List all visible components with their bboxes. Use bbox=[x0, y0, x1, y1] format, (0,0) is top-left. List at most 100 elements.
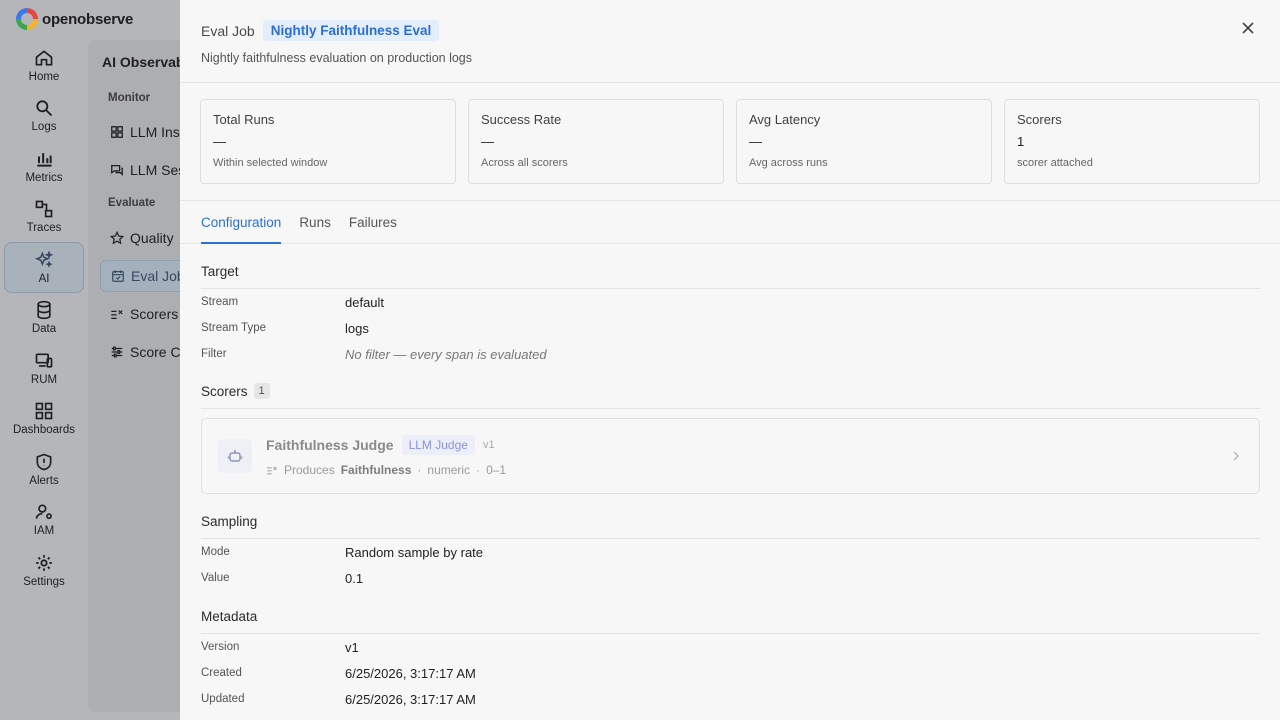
nav-label: Metrics bbox=[25, 171, 63, 184]
nav-label: Data bbox=[31, 323, 57, 336]
nav-item-metrics[interactable]: Metrics bbox=[4, 141, 84, 192]
nav-label: Home bbox=[28, 70, 60, 83]
nav-item-logs[interactable]: Logs bbox=[4, 91, 84, 142]
nav-label: RUM bbox=[30, 373, 58, 386]
stat-card-success-rate: Success Rate — Across all scorers bbox=[468, 99, 724, 184]
bar-chart-icon bbox=[37, 152, 52, 167]
list-check-icon bbox=[267, 466, 277, 475]
stat-title: Success Rate bbox=[481, 112, 562, 127]
dashboard-grid-icon bbox=[35, 402, 53, 420]
drawer-header: Eval Job Nightly Faithfulness Eval Night… bbox=[180, 0, 1280, 83]
job-name-badge: Nightly Faithfulness Eval bbox=[262, 20, 440, 41]
nav-item-settings[interactable]: Settings bbox=[4, 545, 84, 596]
tab-failures[interactable]: Failures bbox=[349, 201, 397, 243]
shield-alert-icon bbox=[36, 453, 52, 471]
meta-separator: · bbox=[417, 463, 422, 477]
gear-icon bbox=[36, 554, 52, 571]
tab-runs[interactable]: Runs bbox=[299, 201, 331, 243]
search-icon bbox=[36, 100, 53, 117]
star-icon bbox=[110, 231, 124, 245]
calendar-icon bbox=[112, 270, 124, 282]
scorer-version: v1 bbox=[482, 439, 495, 451]
traces-icon bbox=[35, 200, 53, 218]
kv-row-version: Version v1 bbox=[201, 634, 1260, 660]
stat-subtitle: scorer attached bbox=[1017, 157, 1093, 169]
target-section: Target Stream default Stream Type logs F… bbox=[201, 244, 1260, 367]
stat-subtitle: Within selected window bbox=[213, 157, 328, 169]
nav-item-iam[interactable]: IAM bbox=[4, 495, 84, 546]
kv-key: Stream Type bbox=[201, 322, 266, 334]
database-icon bbox=[37, 301, 51, 320]
kv-value: No filter — every span is evaluated bbox=[345, 346, 547, 362]
kv-row-value: Value 0.1 bbox=[201, 565, 1260, 591]
stat-card-total-runs: Total Runs — Within selected window bbox=[200, 99, 456, 184]
subpanel-item-label: Scorers bbox=[130, 306, 179, 322]
meta-separator: · bbox=[476, 463, 481, 477]
score-range: 0–1 bbox=[486, 463, 507, 477]
brand-logo[interactable]: openobserve bbox=[16, 8, 133, 30]
nav-label: Logs bbox=[31, 121, 57, 134]
scorer-count-badge: 1 bbox=[253, 383, 270, 399]
nav-label: AI bbox=[38, 272, 50, 285]
kv-key: Mode bbox=[201, 546, 230, 558]
kv-value: 6/25/2026, 3:17:17 AM bbox=[345, 665, 476, 681]
list-check-icon bbox=[111, 310, 123, 319]
user-gear-icon bbox=[35, 504, 52, 520]
logo-icon bbox=[16, 8, 38, 30]
group-label-evaluate: Evaluate bbox=[108, 197, 156, 209]
nav-label: IAM bbox=[33, 525, 55, 538]
nav-item-rum[interactable]: RUM bbox=[4, 343, 84, 394]
grid-icon bbox=[111, 126, 123, 138]
stat-value: — bbox=[481, 134, 494, 149]
score-kind: numeric bbox=[427, 463, 471, 477]
close-icon[interactable] bbox=[1240, 20, 1256, 36]
kv-value: 0.1 bbox=[345, 570, 364, 586]
nav-item-dashboards[interactable]: Dashboards bbox=[4, 394, 84, 445]
job-description: Nightly faithfulness evaluation on produ… bbox=[201, 51, 473, 65]
kv-value: logs bbox=[345, 320, 369, 336]
stat-value: — bbox=[213, 134, 226, 149]
eval-job-drawer: Eval Job Nightly Faithfulness Eval Night… bbox=[180, 0, 1280, 720]
kv-key: Created bbox=[201, 667, 242, 679]
tab-configuration[interactable]: Configuration bbox=[201, 201, 282, 244]
stats-row: Total Runs — Within selected window Succ… bbox=[180, 83, 1280, 201]
kv-row-filter: Filter No filter — every span is evaluat… bbox=[201, 341, 1260, 367]
subpanel-item-label: Quality bbox=[130, 230, 174, 246]
kv-row-stream: Stream default bbox=[201, 289, 1260, 315]
nav-item-home[interactable]: Home bbox=[4, 40, 84, 91]
nav-label: Dashboards bbox=[12, 424, 75, 437]
scorers-section: Scorers 1 Faithfulness Judge LLM Judge v… bbox=[201, 367, 1260, 494]
sliders-icon bbox=[111, 346, 123, 358]
drawer-tabs: Configuration Runs Failures bbox=[180, 201, 1280, 244]
home-icon bbox=[35, 50, 53, 66]
stat-title: Avg Latency bbox=[749, 112, 821, 127]
nav-item-traces[interactable]: Traces bbox=[4, 192, 84, 243]
kv-key: Value bbox=[201, 572, 230, 584]
nav-item-alerts[interactable]: Alerts bbox=[4, 444, 84, 495]
section-title: Sampling bbox=[201, 494, 1260, 539]
produces-name: Faithfulness bbox=[340, 463, 412, 477]
group-label-monitor: Monitor bbox=[108, 92, 151, 104]
kv-value: v1 bbox=[345, 639, 359, 655]
drawer-eyebrow: Eval Job bbox=[201, 22, 255, 39]
section-title: Target bbox=[201, 244, 1260, 289]
main-nav: Home Logs Metrics Traces AI Data RUM Das… bbox=[4, 40, 84, 596]
nav-item-data[interactable]: Data bbox=[4, 293, 84, 344]
stat-card-scorers: Scorers 1 scorer attached bbox=[1004, 99, 1260, 184]
kv-value: 6/25/2026, 3:17:17 AM bbox=[345, 691, 476, 707]
nav-item-ai[interactable]: AI bbox=[4, 242, 84, 293]
chat-icon bbox=[111, 164, 123, 176]
scorer-card[interactable]: Faithfulness Judge LLM Judge v1 Produces… bbox=[201, 418, 1260, 494]
kv-key: Stream bbox=[201, 296, 239, 308]
sparkles-icon bbox=[34, 250, 54, 268]
scorer-type-badge: LLM Judge bbox=[401, 435, 475, 455]
kv-key: Version bbox=[201, 641, 240, 653]
stat-value: 1 bbox=[1017, 134, 1025, 149]
brand-name: openobserve bbox=[42, 10, 134, 28]
stat-title: Scorers bbox=[1017, 112, 1062, 127]
stat-subtitle: Avg across runs bbox=[749, 157, 828, 169]
kv-value: default bbox=[345, 294, 385, 310]
nav-label: Alerts bbox=[29, 474, 59, 487]
stat-subtitle: Across all scorers bbox=[481, 157, 568, 169]
sampling-section: Sampling Mode Random sample by rate Valu… bbox=[201, 494, 1260, 591]
